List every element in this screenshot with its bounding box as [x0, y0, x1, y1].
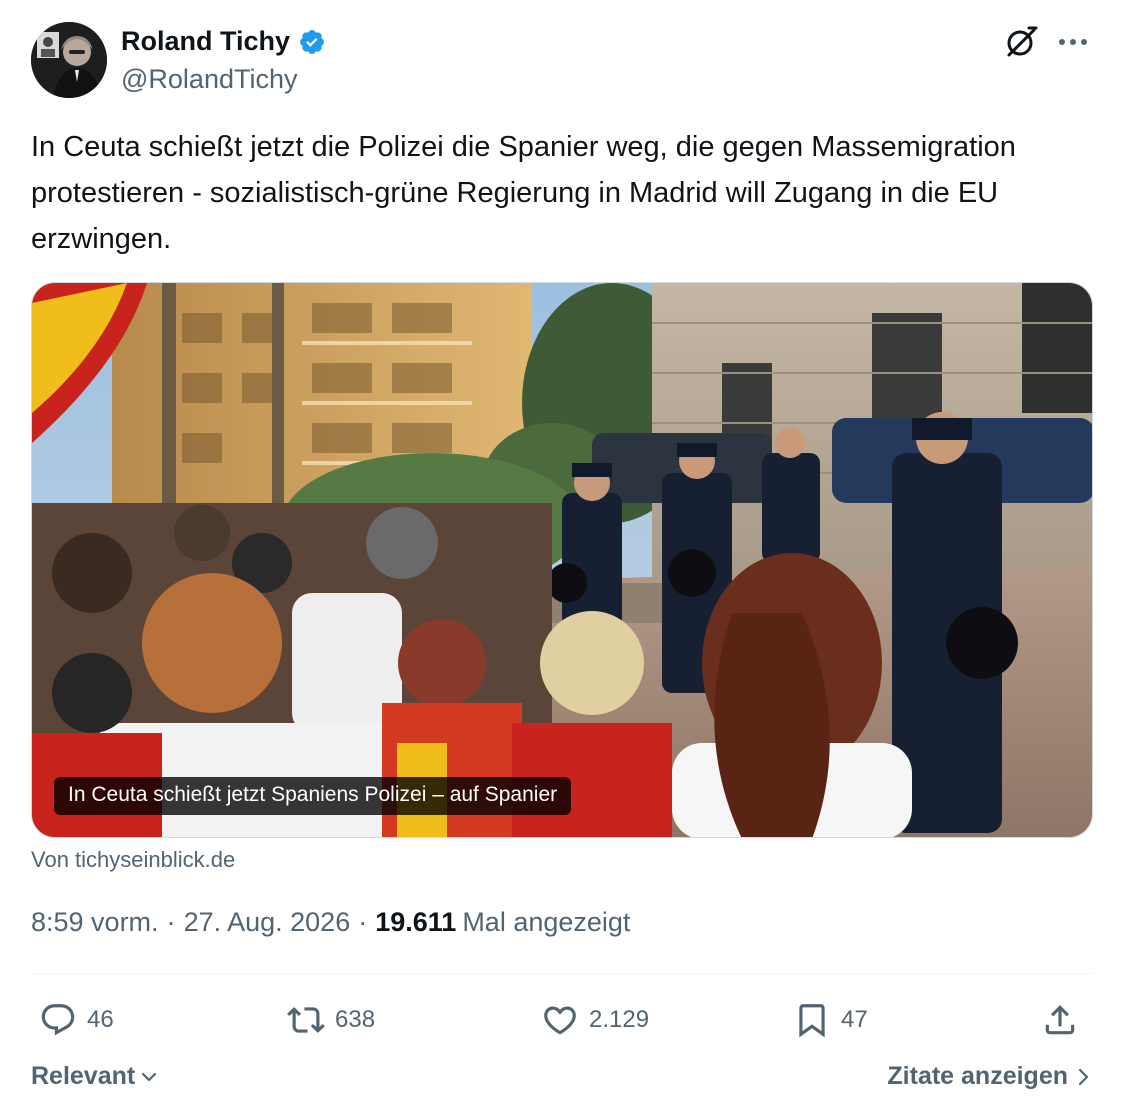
meta-separator: · — [166, 907, 176, 937]
chevron-down-icon — [142, 1072, 157, 1081]
sort-dropdown[interactable]: Relevant — [31, 1062, 159, 1091]
card-source-link[interactable]: Von tichyseinblick.de — [31, 847, 235, 873]
tweet-meta: 8:59 vorm. · 27. Aug. 2026 · 19.611 Mal … — [31, 907, 630, 938]
reply-count: 46 — [87, 1006, 114, 1033]
divider — [31, 973, 1093, 974]
link-card[interactable]: In Ceuta schießt jetzt Spaniens Polizei … — [31, 282, 1093, 838]
views-count: 19.611 — [375, 907, 457, 937]
card-caption: In Ceuta schießt jetzt Spaniens Polizei … — [54, 777, 572, 815]
tweet-header: Roland Tichy @RolandTichy — [31, 22, 1093, 98]
chevron-right-icon — [1078, 1068, 1089, 1085]
share-button[interactable] — [1041, 998, 1079, 1042]
author-avatar[interactable] — [31, 22, 107, 98]
more-options-icon[interactable] — [1053, 22, 1093, 62]
view-quotes-link[interactable]: Zitate anzeigen — [887, 1062, 1092, 1091]
author-name-row: Roland Tichy — [121, 26, 326, 57]
action-bar: 46 638 2.129 47 — [31, 998, 1093, 1042]
meta-separator: · — [358, 907, 368, 937]
verified-badge-icon — [298, 28, 326, 56]
view-quotes-label: Zitate anzeigen — [887, 1062, 1068, 1090]
card-photo — [32, 283, 1092, 837]
tweet-time[interactable]: 8:59 vorm. — [31, 907, 159, 938]
author-display-name[interactable]: Roland Tichy — [121, 26, 290, 57]
sort-label: Relevant — [31, 1062, 136, 1090]
author-handle[interactable]: @RolandTichy — [121, 64, 297, 95]
repost-button[interactable]: 638 — [287, 998, 375, 1042]
repost-count: 638 — [335, 1006, 376, 1033]
reply-button[interactable]: 46 — [39, 998, 114, 1042]
share-icon — [1045, 1005, 1075, 1035]
bookmark-count: 47 — [841, 1006, 868, 1033]
heart-icon — [544, 1006, 576, 1035]
tweet-date[interactable]: 27. Aug. 2026 — [184, 907, 351, 938]
bookmark-button[interactable]: 47 — [793, 998, 868, 1042]
bookmark-icon — [799, 1004, 825, 1038]
views-label: Mal angezeigt — [462, 907, 631, 937]
tweet-text: In Ceuta schießt jetzt die Polizei die S… — [31, 131, 1016, 255]
like-count: 2.129 — [589, 1006, 650, 1033]
reply-icon — [41, 1004, 75, 1036]
grok-icon[interactable] — [1001, 22, 1041, 62]
like-button[interactable]: 2.129 — [541, 998, 649, 1042]
repost-icon — [287, 1007, 325, 1033]
